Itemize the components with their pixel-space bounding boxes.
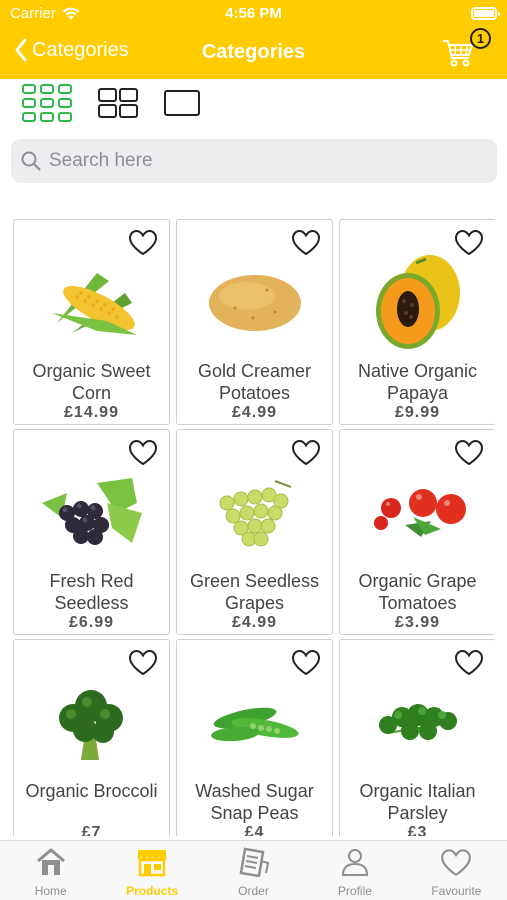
store-icon (135, 847, 169, 882)
cart-count-badge: 1 (470, 28, 491, 49)
product-price: £14.99 (64, 404, 119, 421)
green-grapes-image (177, 458, 332, 568)
peas-image (177, 668, 332, 778)
search-icon (21, 151, 41, 171)
cart-button[interactable]: 1 (441, 28, 491, 74)
page-title: Categories (201, 41, 306, 63)
product-price: £6.99 (68, 614, 115, 631)
product-name: Organic Sweet Corn (32, 361, 151, 403)
top-bar: Carrier 4:56 PM Categories Categories 1 (0, 0, 507, 79)
status-bar: Carrier 4:56 PM (0, 0, 507, 28)
product-card[interactable]: Fresh Red Seedless £6.99 (13, 429, 170, 635)
battery-icon (471, 7, 500, 20)
home-icon (34, 847, 68, 882)
product-card[interactable]: Washed Sugar Snap Peas £4 (176, 639, 333, 836)
potato-image (177, 248, 332, 358)
search-input[interactable] (49, 150, 469, 172)
red-grapes-image (14, 458, 169, 568)
product-name: Organic Italian Parsley (359, 781, 476, 823)
person-icon (338, 847, 372, 882)
tab-label: Profile (337, 884, 372, 898)
view-toggle-group (22, 84, 200, 122)
tab-bar: Home Products Order Profile Favourite (0, 840, 507, 900)
search-bar (11, 139, 497, 183)
tab-order[interactable]: Order (203, 841, 304, 900)
status-time: 4:56 PM (225, 5, 282, 22)
product-price: £4.99 (231, 404, 278, 421)
product-card[interactable]: Organic Broccoli £7 (13, 639, 170, 836)
product-name: Green Seedless Grapes (189, 571, 320, 613)
product-price: £4 (244, 824, 265, 836)
product-card[interactable]: Green Seedless Grapes £4.99 (176, 429, 333, 635)
product-price: £3.99 (394, 614, 441, 631)
product-price: £4.99 (231, 614, 278, 631)
product-name: Native Organic Papaya (357, 361, 478, 403)
heart-icon (439, 847, 473, 882)
broccoli-image (14, 668, 169, 778)
tab-products[interactable]: Products (101, 841, 202, 900)
product-name: Gold Creamer Potatoes (197, 361, 312, 403)
tab-label: Home (34, 884, 67, 898)
product-card[interactable]: Gold Creamer Potatoes £4.99 (176, 219, 333, 425)
product-name: Organic Broccoli (25, 781, 158, 801)
product-name: Organic Grape Tomatoes (358, 571, 477, 613)
product-name: Fresh Red Seedless (49, 571, 134, 613)
product-card[interactable]: Native Organic Papaya £9.99 (339, 219, 495, 425)
tab-home[interactable]: Home (0, 841, 101, 900)
product-price: £3 (407, 824, 428, 836)
product-price: £9.99 (394, 404, 441, 421)
corn-image (14, 248, 169, 358)
product-card[interactable]: Organic Italian Parsley £3 (339, 639, 495, 836)
product-card[interactable]: Organic Grape Tomatoes £3.99 (339, 429, 495, 635)
receipt-icon (237, 847, 271, 882)
tab-label: Products (126, 884, 179, 898)
product-grid: Organic Sweet Corn £14.99 Gold Creamer Pot… (13, 219, 495, 836)
product-price: £7 (81, 824, 102, 836)
tab-profile[interactable]: Profile (304, 841, 405, 900)
list-view-icon[interactable] (164, 90, 200, 116)
tomatoes-image (340, 458, 495, 568)
tab-label: Order (238, 884, 269, 898)
tab-favourite[interactable]: Favourite (406, 841, 507, 900)
product-card[interactable]: Organic Sweet Corn £14.99 (13, 219, 170, 425)
parsley-image (340, 668, 495, 778)
papaya-image (340, 248, 495, 358)
tab-label: Favourite (431, 884, 482, 898)
grid-3-view-icon[interactable] (22, 84, 72, 122)
product-name: Washed Sugar Snap Peas (195, 781, 314, 823)
navigation-bar: Categories Categories 1 (0, 28, 507, 79)
grid-2-view-icon[interactable] (98, 88, 138, 118)
